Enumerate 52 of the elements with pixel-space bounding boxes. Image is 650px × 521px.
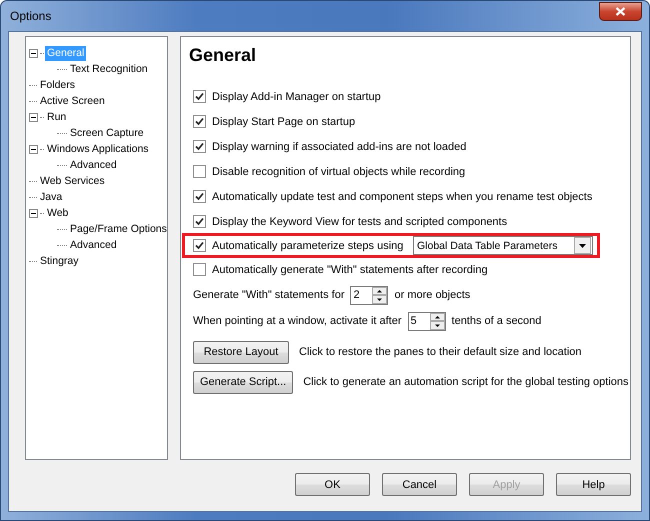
tree-item[interactable]: Advanced: [68, 238, 119, 252]
option-label: Display Start Page on startup: [212, 116, 356, 128]
action-description: Click to generate an automation script for the global testing options: [303, 376, 629, 388]
spinner-label: Generate "With" statements for: [193, 289, 344, 301]
checkbox[interactable]: [193, 165, 206, 178]
spinner-label: or more objects: [394, 289, 470, 301]
tree-item[interactable]: Web Services: [38, 174, 107, 188]
tree-item[interactable]: Text Recognition: [68, 62, 150, 76]
option-label: Display warning if associated add-ins are not loaded: [212, 140, 466, 152]
tree-item[interactable]: Screen Capture: [68, 126, 146, 140]
option-label: Automatically update test and component steps when you rename test objects: [212, 190, 592, 202]
collapse-icon[interactable]: [29, 208, 38, 218]
checkbox[interactable]: [193, 215, 206, 228]
action-button[interactable]: Generate Script...: [193, 370, 294, 394]
number-spinner[interactable]: 2: [350, 286, 388, 304]
checkbox[interactable]: [193, 140, 206, 153]
action-button[interactable]: Restore Layout: [193, 340, 289, 364]
checkbox[interactable]: [193, 263, 206, 276]
tree-item[interactable]: Run: [45, 110, 68, 124]
checkbox[interactable]: [193, 239, 206, 252]
checkbox[interactable]: [193, 190, 206, 203]
close-button[interactable]: [599, 2, 642, 20]
spinner-label: tenths of a second: [452, 315, 542, 327]
option-label: Automatically generate "With" statements after recording: [212, 264, 488, 276]
checkbox[interactable]: [193, 115, 206, 128]
collapse-icon[interactable]: [29, 112, 38, 122]
tree-item[interactable]: Web: [45, 206, 70, 220]
tree-item[interactable]: Stingray: [38, 254, 81, 268]
dialog-button[interactable]: Help: [556, 473, 631, 496]
collapse-icon[interactable]: [29, 144, 38, 154]
tree-item[interactable]: Folders: [38, 78, 78, 92]
dropdown-arrow-icon: [579, 244, 586, 248]
collapse-icon[interactable]: [29, 48, 38, 58]
window-title: Options: [9, 9, 52, 23]
action-description: Click to restore the panes to their default size and location: [299, 346, 582, 358]
tree-item[interactable]: Java: [38, 190, 64, 204]
checkbox[interactable]: [193, 90, 206, 103]
spinner-label: When pointing at a window, activate it after: [193, 315, 402, 327]
parameter-dropdown[interactable]: Global Data Table Parameters: [413, 236, 593, 255]
tree-item[interactable]: Active Screen: [38, 94, 107, 108]
tree-item[interactable]: Windows Applications: [45, 142, 151, 156]
option-label: Disable recognition of virtual objects while recording: [212, 166, 466, 178]
close-icon: [615, 6, 626, 16]
option-label: Automatically parameterize steps using: [212, 240, 404, 252]
number-spinner[interactable]: 5: [408, 312, 446, 330]
dialog-button[interactable]: Cancel: [382, 473, 457, 496]
tree-item[interactable]: Page/Frame Options: [68, 222, 169, 236]
option-label: Display Add-in Manager on startup: [212, 90, 381, 102]
option-label: Display the Keyword View for tests and scripted components: [212, 216, 508, 228]
panel-heading: General: [189, 45, 258, 66]
tree-item[interactable]: Advanced: [68, 158, 119, 172]
dialog-button[interactable]: OK: [295, 473, 370, 496]
